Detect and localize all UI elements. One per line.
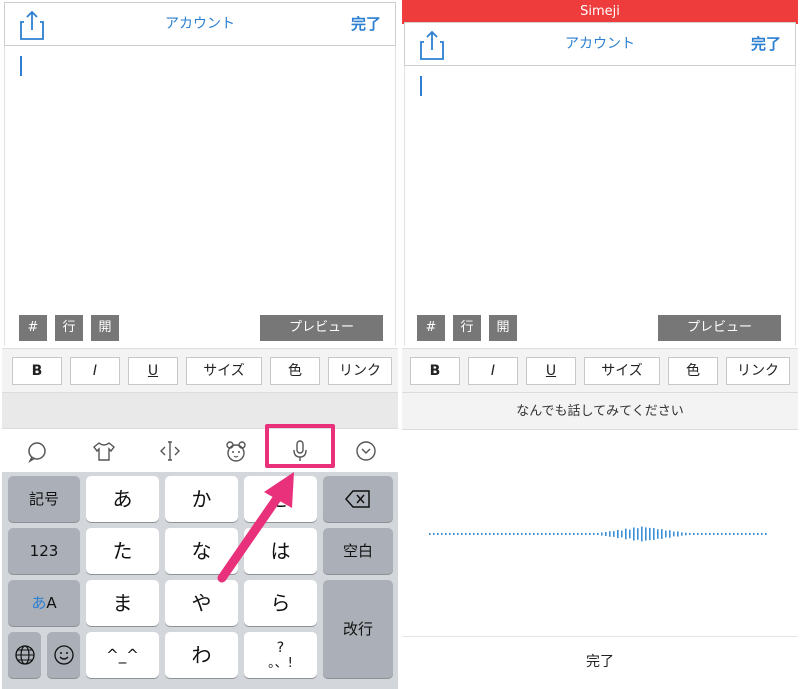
waveform-icon (429, 526, 767, 542)
text-cursor (420, 76, 422, 96)
voice-prompt: なんでも話してみてください (402, 392, 798, 430)
size-button[interactable]: サイズ (186, 357, 262, 385)
chevron-down-circle-icon[interactable] (352, 437, 380, 465)
bear-face-icon[interactable] (222, 437, 250, 465)
globe-icon (14, 645, 35, 665)
key-symbols[interactable]: 記号 (8, 476, 80, 522)
preview-button[interactable]: プレビュー (658, 315, 781, 341)
key-punctuation[interactable]: ? 。、! (244, 632, 317, 678)
left-screen: アカウント 完了 # 行 開 プレビュー B I U サイズ 色 リンク 記号 … (2, 0, 398, 689)
underline-button[interactable]: U (128, 357, 178, 385)
key-kaomoji[interactable]: ^_^ (86, 632, 159, 678)
microphone-highlight (265, 424, 335, 468)
hash-button[interactable]: # (19, 315, 47, 341)
key-a[interactable]: あ (86, 476, 159, 522)
key-ma[interactable]: ま (86, 580, 159, 626)
text-cursor (20, 56, 22, 76)
key-emoji[interactable] (47, 632, 80, 678)
right-screen: Simeji アカウント 完了 # 行 開 プレビュー B I U サイズ 色 … (402, 0, 798, 689)
italic-button[interactable]: I (468, 357, 518, 385)
done-button[interactable]: 完了 (751, 23, 781, 65)
color-button[interactable]: 色 (270, 357, 320, 385)
link-button[interactable]: リンク (726, 357, 790, 385)
format-bar: B I U サイズ 色 リンク (2, 348, 398, 392)
bold-button[interactable]: B (410, 357, 460, 385)
flick-keyboard: 記号 あ か さ 123 た な は 空白 あA ま や ら 改行 ^_^ わ … (2, 472, 398, 689)
mode-alpha-label: A (46, 594, 57, 612)
keyboard-toolbar (2, 428, 398, 472)
text-editor[interactable] (4, 46, 396, 346)
key-ra[interactable]: ら (244, 580, 317, 626)
key-ka[interactable]: か (165, 476, 238, 522)
open-button[interactable]: 開 (489, 315, 517, 341)
chat-bubble-icon[interactable] (23, 437, 51, 465)
size-button[interactable]: サイズ (584, 357, 660, 385)
tshirt-icon[interactable] (90, 437, 118, 465)
nav-title: アカウント (565, 36, 635, 52)
line-button[interactable]: 行 (55, 315, 83, 341)
hash-button[interactable]: # (417, 315, 445, 341)
link-button[interactable]: リンク (328, 357, 392, 385)
key-123[interactable]: 123 (8, 528, 80, 574)
line-button[interactable]: 行 (453, 315, 481, 341)
nav-bar: アカウント 完了 (404, 22, 796, 66)
nav-title: アカウント (165, 16, 235, 32)
text-editor[interactable] (404, 66, 796, 346)
key-return[interactable]: 改行 (323, 580, 393, 678)
bold-button[interactable]: B (12, 357, 62, 385)
backspace-icon (345, 490, 370, 508)
candidate-strip (2, 392, 398, 428)
key-sa[interactable]: さ (244, 476, 317, 522)
underline-button[interactable]: U (526, 357, 576, 385)
key-ta[interactable]: た (86, 528, 159, 574)
key-space[interactable]: 空白 (323, 528, 393, 574)
color-button[interactable]: 色 (668, 357, 718, 385)
open-button[interactable]: 開 (91, 315, 119, 341)
mode-hiragana-label: あ (31, 594, 47, 612)
smiley-icon (53, 645, 74, 665)
key-ya[interactable]: や (165, 580, 238, 626)
preview-button[interactable]: プレビュー (260, 315, 383, 341)
simeji-status-bar: Simeji (402, 0, 798, 24)
key-question-label: ? (276, 640, 285, 656)
key-punct-label: 。、! (268, 656, 293, 671)
nav-bar: アカウント 完了 (4, 2, 396, 46)
key-na[interactable]: な (165, 528, 238, 574)
cursor-move-icon[interactable] (156, 437, 184, 465)
voice-done-button[interactable]: 完了 (402, 636, 798, 689)
italic-button[interactable]: I (70, 357, 120, 385)
key-input-mode[interactable]: あA (8, 580, 80, 626)
done-button[interactable]: 完了 (351, 3, 381, 45)
key-globe[interactable] (8, 632, 41, 678)
key-ha[interactable]: は (244, 528, 317, 574)
format-bar: B I U サイズ 色 リンク (402, 348, 798, 392)
key-wa[interactable]: わ (165, 632, 238, 678)
key-backspace[interactable] (323, 476, 393, 522)
